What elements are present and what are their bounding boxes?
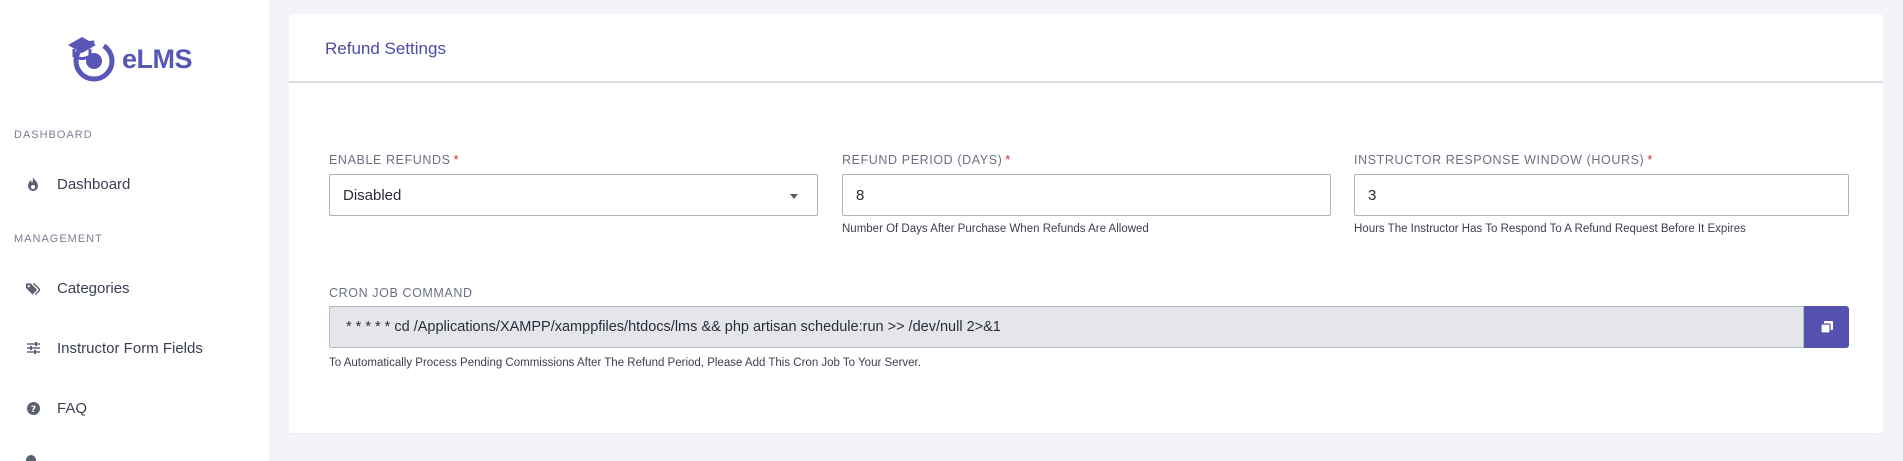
fire-icon bbox=[26, 177, 40, 191]
cron-command-field[interactable]: * * * * * cd /Applications/XAMPP/xamppfi… bbox=[329, 306, 1804, 348]
required-marker: * bbox=[453, 153, 460, 167]
cron-job-label: CRON JOB COMMAND bbox=[329, 286, 473, 300]
elms-logo-icon bbox=[68, 37, 115, 82]
tags-icon bbox=[26, 281, 40, 295]
refund-period-label: REFUND PERIOD (DAYS) * bbox=[842, 153, 1011, 167]
sidebar: eLMS DASHBOARD Dashboard MANAGEMENT Cate… bbox=[0, 0, 269, 461]
brand-name: eLMS bbox=[122, 43, 193, 74]
brand-logo[interactable]: eLMS bbox=[62, 33, 193, 85]
sidebar-item-categories[interactable]: Categories bbox=[26, 277, 130, 299]
required-marker: * bbox=[1005, 153, 1011, 167]
sidebar-item-dashboard[interactable]: Dashboard bbox=[26, 173, 130, 195]
sidebar-item-instructor-form-fields[interactable]: Instructor Form Fields bbox=[26, 337, 203, 359]
response-window-label: INSTRUCTOR RESPONSE WINDOW (HOURS) * bbox=[1354, 153, 1653, 167]
refund-period-value: 8 bbox=[856, 186, 865, 204]
nav-section-dashboard: DASHBOARD bbox=[14, 129, 93, 141]
sidebar-item-partial-icon bbox=[26, 455, 36, 461]
sidebar-item-label: Categories bbox=[57, 279, 130, 297]
enable-refunds-select[interactable]: Disabled bbox=[329, 174, 818, 216]
page-title: Refund Settings bbox=[325, 39, 446, 58]
sidebar-item-faq[interactable]: ? FAQ bbox=[26, 397, 87, 419]
cron-job-help: To Automatically Process Pending Commiss… bbox=[329, 357, 921, 369]
refund-settings-card: Refund Settings ENABLE REFUNDS * Disabled… bbox=[289, 14, 1883, 433]
sidebar-item-label: FAQ bbox=[57, 399, 88, 417]
sliders-icon bbox=[26, 341, 40, 355]
copy-icon bbox=[1820, 321, 1833, 333]
card-header: Refund Settings bbox=[289, 14, 1883, 83]
cron-command-value: * * * * * cd /Applications/XAMPP/xamppfi… bbox=[346, 319, 1001, 335]
refund-period-input[interactable]: 8 bbox=[842, 174, 1331, 216]
sidebar-item-label: Instructor Form Fields bbox=[57, 339, 203, 357]
enable-refunds-label: ENABLE REFUNDS * bbox=[329, 153, 460, 167]
sidebar-item-label: Dashboard bbox=[57, 175, 131, 193]
nav-section-management: MANAGEMENT bbox=[14, 233, 103, 245]
copy-button[interactable] bbox=[1804, 306, 1849, 348]
question-circle-icon: ? bbox=[26, 401, 40, 415]
required-marker: * bbox=[1647, 153, 1653, 167]
svg-text:?: ? bbox=[30, 405, 35, 415]
response-window-value: 3 bbox=[1368, 186, 1377, 204]
enable-refunds-value: Disabled bbox=[343, 186, 402, 204]
response-window-help: Hours The Instructor Has To Respond To A… bbox=[1354, 223, 1746, 235]
response-window-input[interactable]: 3 bbox=[1354, 174, 1849, 216]
chevron-down-icon bbox=[790, 194, 798, 199]
refund-period-help: Number Of Days After Purchase When Refun… bbox=[842, 223, 1149, 235]
